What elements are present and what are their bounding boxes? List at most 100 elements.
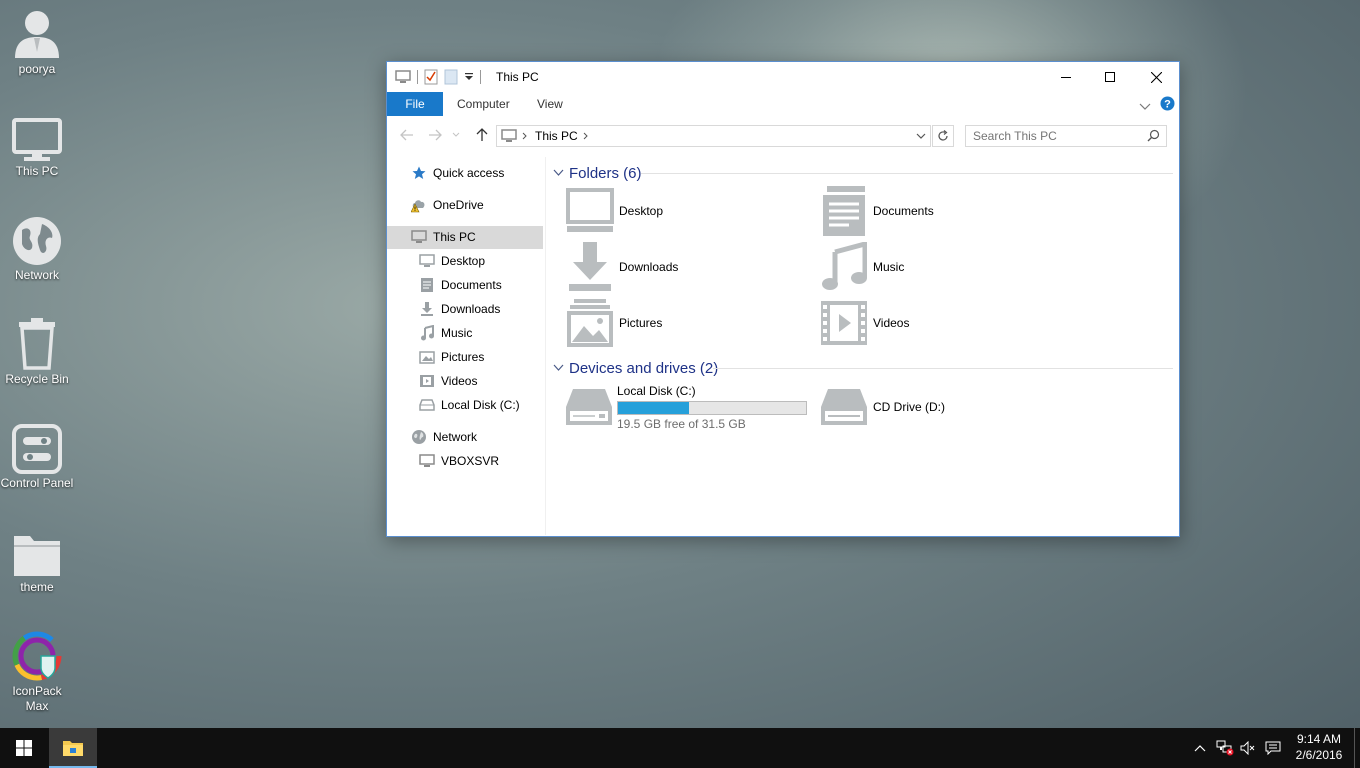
help-button[interactable]: ?: [1160, 96, 1175, 116]
ribbon-tabs: File Computer View ?: [387, 92, 1179, 116]
action-center-button[interactable]: [1263, 728, 1283, 768]
new-folder-icon[interactable]: [444, 69, 458, 85]
drive-free-space: 19.5 GB free of 31.5 GB: [617, 416, 746, 431]
tab-computer[interactable]: Computer: [457, 92, 510, 116]
folder-documents[interactable]: Documents: [819, 185, 1059, 237]
customize-toolbar-dropdown-icon[interactable]: [464, 72, 474, 82]
breadcrumb-this-pc[interactable]: This PC: [535, 129, 578, 143]
search-input[interactable]: [973, 128, 1133, 144]
chevron-down-icon: [452, 132, 460, 137]
minimize-button[interactable]: [1043, 62, 1089, 92]
svg-text:?: ?: [1164, 99, 1171, 111]
desktop-icon-network[interactable]: Network: [0, 212, 74, 283]
desktop-icon-user[interactable]: poorya: [0, 6, 74, 77]
forward-button[interactable]: [425, 125, 445, 145]
drive-name: CD Drive (D:): [873, 400, 945, 414]
nav-item-downloads[interactable]: Downloads: [419, 298, 500, 320]
folder-music[interactable]: Music: [819, 241, 1059, 293]
tab-view[interactable]: View: [537, 92, 563, 116]
nav-item-pictures[interactable]: Pictures: [419, 346, 484, 368]
nav-item-documents[interactable]: Documents: [419, 274, 502, 296]
folder-pictures[interactable]: Pictures: [565, 297, 805, 349]
taskbar-file-explorer[interactable]: [49, 728, 97, 768]
iconpack-icon: [12, 631, 62, 681]
volume-button[interactable]: [1238, 728, 1258, 768]
desktop-folder-icon: [566, 188, 614, 232]
nav-item-vboxsvr[interactable]: VBOXSVR: [419, 450, 499, 472]
recent-locations-button[interactable]: [450, 125, 462, 145]
chevron-down-icon: [1139, 103, 1151, 110]
action-center-icon: [1265, 741, 1281, 755]
properties-icon[interactable]: [424, 69, 438, 85]
hard-drive-icon: [419, 399, 435, 411]
maximize-icon: [1105, 72, 1115, 82]
desktop-icon-control-panel[interactable]: Control Panel: [0, 420, 74, 491]
back-button[interactable]: [397, 125, 417, 145]
star-icon: [412, 166, 426, 179]
up-button[interactable]: [472, 125, 492, 145]
show-hidden-icons-button[interactable]: [1191, 728, 1209, 768]
start-button[interactable]: [0, 728, 48, 768]
divider: [713, 368, 1173, 369]
network-status-button[interactable]: [1214, 728, 1236, 768]
folder-label: Pictures: [619, 316, 663, 330]
desktop-folder-icon: [419, 254, 435, 267]
pictures-icon: [567, 299, 613, 347]
user-icon: [15, 11, 59, 58]
folder-downloads[interactable]: Downloads: [565, 241, 805, 293]
clock-date: 2/6/2016: [1295, 748, 1343, 762]
search-box[interactable]: [965, 125, 1167, 147]
this-pc-small-icon: [395, 70, 411, 83]
network-globe-icon: [412, 430, 426, 444]
hard-drive-icon: [566, 389, 612, 425]
desktop-icon-this-pc[interactable]: This PC: [0, 108, 74, 179]
nav-item-videos[interactable]: Videos: [419, 370, 477, 392]
divider: [641, 173, 1173, 174]
desktop-icon-recycle-bin[interactable]: Recycle Bin: [0, 316, 74, 387]
nav-item-this-pc[interactable]: This PC: [411, 226, 476, 248]
nav-item-label: Documents: [441, 278, 502, 292]
show-desktop-button[interactable]: [1354, 728, 1355, 768]
tab-file[interactable]: File: [387, 92, 443, 116]
nav-item-music[interactable]: Music: [419, 322, 472, 344]
nav-item-local-disk[interactable]: Local Disk (C:): [419, 394, 520, 416]
desktop-icon-theme[interactable]: theme: [0, 524, 74, 595]
nav-item-label: VBOXSVR: [441, 454, 500, 468]
taskbar-clock[interactable]: 9:14 AM 2/6/2016: [1290, 731, 1348, 763]
refresh-icon: [938, 130, 948, 141]
folder-videos[interactable]: Videos: [819, 297, 1059, 349]
toolbar-separator: [480, 70, 481, 84]
music-note-icon: [421, 325, 434, 341]
close-button[interactable]: [1133, 62, 1179, 92]
drive-local-disk-c[interactable]: Local Disk (C:) 19.5 GB free of 31.5 GB: [565, 381, 807, 433]
nav-item-network[interactable]: Network: [411, 426, 477, 448]
search-icon[interactable]: [1147, 129, 1160, 142]
this-pc-small-icon: [501, 129, 517, 142]
nav-item-quick-access[interactable]: Quick access: [411, 162, 504, 184]
desktop-icon-label: Network: [14, 268, 59, 282]
window-title: This PC: [496, 70, 539, 84]
onedrive-warning-icon: [411, 200, 425, 213]
drives-group-header[interactable]: Devices and drives (2): [553, 358, 718, 378]
address-bar[interactable]: This PC: [496, 125, 931, 147]
maximize-button[interactable]: [1087, 62, 1133, 92]
forward-arrow-icon: [429, 129, 442, 141]
folders-group-header[interactable]: Folders (6): [553, 163, 642, 183]
expand-ribbon-button[interactable]: [1139, 98, 1151, 116]
file-explorer-icon: [63, 741, 83, 756]
refresh-button[interactable]: [932, 125, 954, 147]
address-dropdown-icon[interactable]: [916, 132, 926, 140]
nav-item-desktop[interactable]: Desktop: [419, 250, 485, 272]
breadcrumb-separator-icon[interactable]: [583, 132, 589, 140]
video-film-icon: [420, 375, 434, 387]
nav-item-onedrive[interactable]: OneDrive: [411, 194, 484, 216]
nav-item-label: Network: [433, 430, 478, 444]
breadcrumb-separator-icon: [522, 132, 527, 140]
title-bar[interactable]: This PC: [387, 62, 1179, 92]
drive-cd-d[interactable]: CD Drive (D:): [819, 381, 1059, 433]
volume-muted-icon: [1240, 741, 1255, 755]
folder-desktop[interactable]: Desktop: [565, 185, 805, 237]
folder-label: Downloads: [619, 260, 679, 274]
recycle-bin-icon: [19, 318, 55, 370]
desktop-icon-iconpack[interactable]: IconPack Max: [0, 628, 74, 714]
